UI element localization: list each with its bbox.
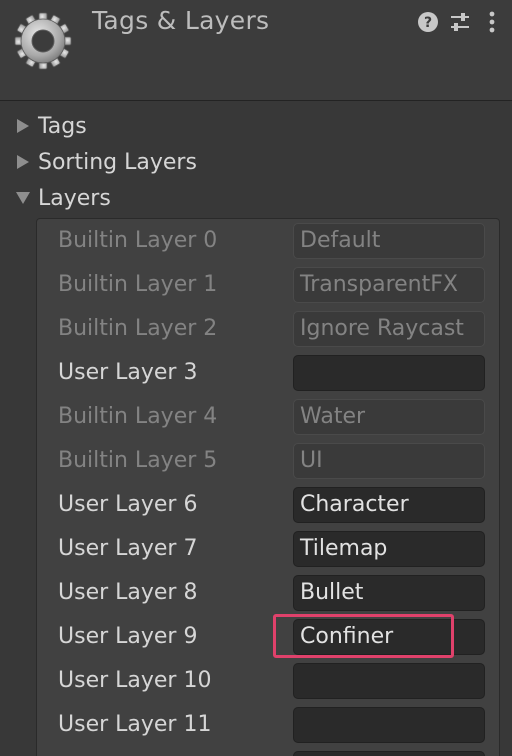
layer-label: Builtin Layer 4 bbox=[58, 404, 218, 429]
layer-name-field[interactable]: Bullet bbox=[293, 575, 485, 611]
layer-row: User Layer 6 Character bbox=[37, 483, 499, 527]
layer-label: Builtin Layer 5 bbox=[58, 448, 218, 473]
collapsed-arrow-icon bbox=[17, 155, 29, 169]
layer-name-field[interactable] bbox=[293, 663, 485, 699]
gear-icon bbox=[14, 12, 72, 70]
layer-label: User Layer 6 bbox=[58, 492, 198, 517]
layer-name-field: TransparentFX bbox=[293, 267, 485, 303]
layer-label: Builtin Layer 2 bbox=[58, 316, 218, 341]
tags-and-layers-window: Tags & Layers ? Tags Sorting Layers Laye… bbox=[0, 0, 512, 756]
inspector-header: Tags & Layers ? bbox=[0, 0, 512, 101]
layer-name-field[interactable]: Character bbox=[293, 487, 485, 523]
layer-name-field: Ignore Raycast bbox=[293, 311, 485, 347]
layer-row: Builtin Layer 5 UI bbox=[37, 439, 499, 483]
layer-label: Builtin Layer 1 bbox=[58, 272, 218, 297]
layer-name-field[interactable] bbox=[293, 751, 485, 756]
layer-row: User Layer 8 Bullet bbox=[37, 571, 499, 615]
layer-name-field[interactable] bbox=[293, 707, 485, 743]
layer-row: Builtin Layer 0 Default bbox=[37, 219, 499, 263]
layer-row: User Layer 3 bbox=[37, 351, 499, 395]
layer-row: Builtin Layer 1 TransparentFX bbox=[37, 263, 499, 307]
layer-name-field[interactable]: Tilemap bbox=[293, 531, 485, 567]
layer-row: Builtin Layer 4 Water bbox=[37, 395, 499, 439]
layer-name-field[interactable] bbox=[293, 355, 485, 391]
layer-label: User Layer 10 bbox=[58, 668, 212, 693]
layer-row: User Layer 7 Tilemap bbox=[37, 527, 499, 571]
layer-label: Builtin Layer 0 bbox=[58, 228, 218, 253]
layer-row: User Layer 9 Confiner bbox=[37, 615, 499, 659]
layer-label: User Layer 3 bbox=[58, 360, 198, 385]
layer-row: Builtin Layer 2 Ignore Raycast bbox=[37, 307, 499, 351]
layers-foldout[interactable]: Layers bbox=[14, 182, 111, 214]
layer-name-field: Water bbox=[293, 399, 485, 435]
layers-list: Builtin Layer 0 Default Builtin Layer 1 Tra… bbox=[36, 218, 500, 756]
layers-foldout-label: Layers bbox=[38, 185, 111, 211]
help-icon[interactable]: ? bbox=[416, 10, 440, 34]
window-title: Tags & Layers bbox=[92, 6, 270, 35]
layer-label: User Layer 9 bbox=[58, 624, 198, 649]
tags-foldout[interactable]: Tags bbox=[14, 110, 87, 142]
sorting-layers-foldout[interactable]: Sorting Layers bbox=[14, 146, 197, 178]
expanded-arrow-icon bbox=[16, 192, 30, 204]
tags-foldout-label: Tags bbox=[38, 113, 87, 139]
preset-icon[interactable] bbox=[448, 10, 472, 34]
layer-label: User Layer 7 bbox=[58, 536, 198, 561]
layer-label: User Layer 8 bbox=[58, 580, 198, 605]
more-icon[interactable] bbox=[480, 10, 504, 34]
collapsed-arrow-icon bbox=[17, 119, 29, 133]
layer-name-field: UI bbox=[293, 443, 485, 479]
layer-row: User Layer 10 bbox=[37, 659, 499, 703]
layer-name-field: Default bbox=[293, 223, 485, 259]
layer-name-field[interactable]: Confiner bbox=[293, 619, 485, 655]
layer-row: User Layer 12 bbox=[37, 747, 499, 756]
svg-text:?: ? bbox=[424, 15, 432, 31]
layer-row: User Layer 11 bbox=[37, 703, 499, 747]
layer-label: User Layer 11 bbox=[58, 712, 212, 737]
sorting-layers-foldout-label: Sorting Layers bbox=[38, 149, 197, 175]
